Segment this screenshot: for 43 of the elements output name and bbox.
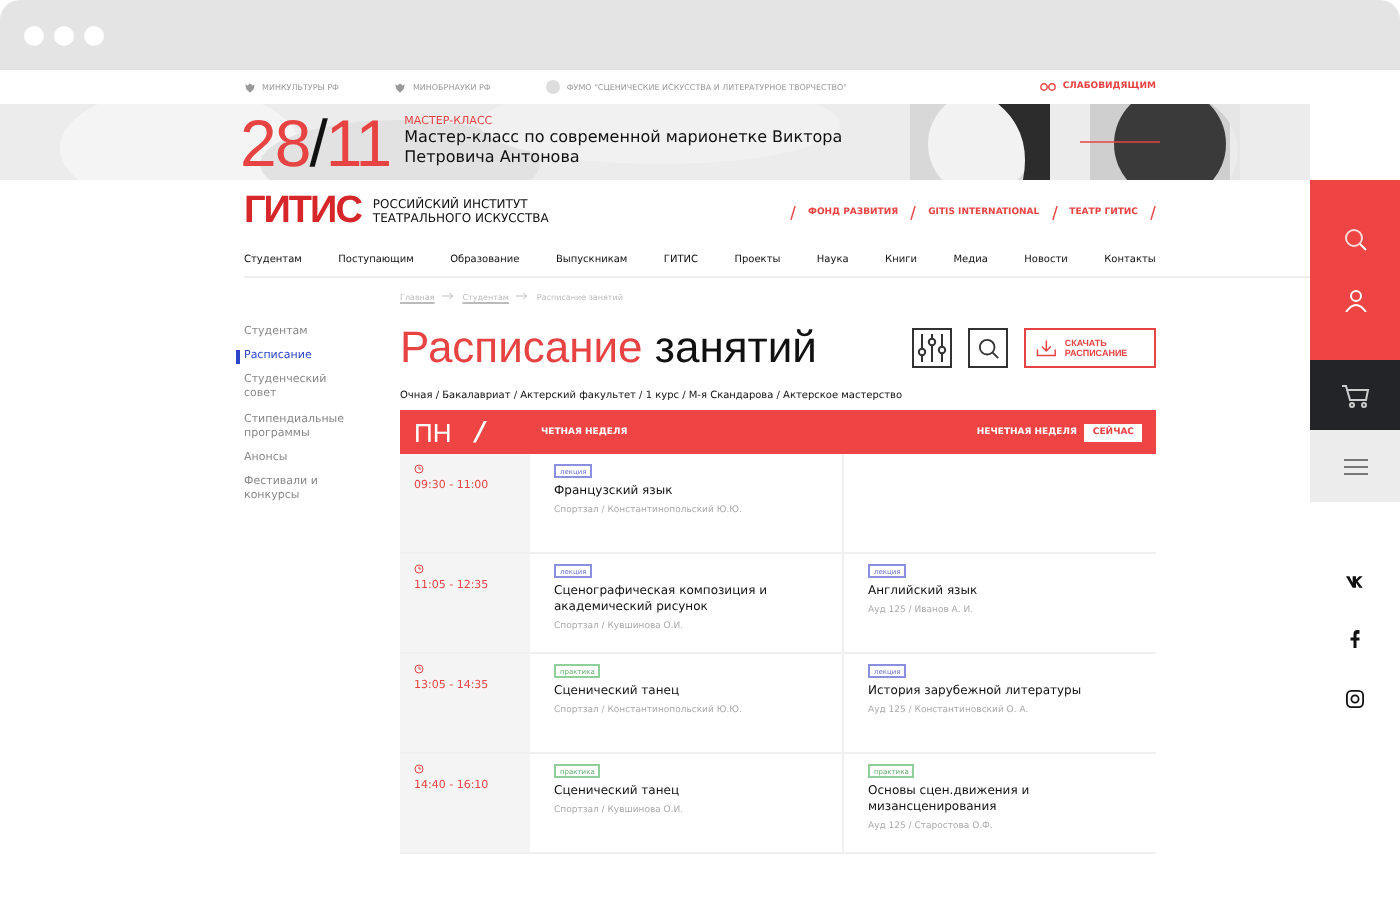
banner-slash: / — [309, 109, 326, 175]
glasses-icon — [1040, 82, 1057, 92]
arrow-icon — [442, 292, 455, 300]
search-icon — [1343, 228, 1367, 252]
download-icon — [1036, 336, 1057, 360]
search-icon — [977, 337, 999, 359]
clock-icon — [414, 764, 424, 774]
banner-title[interactable]: Мастер-класс по современной марионетке Виктора Петровича Антонова — [404, 128, 865, 168]
vk-icon — [1345, 576, 1365, 588]
page-title: Расписание занятий — [400, 322, 819, 374]
day-slash: / — [475, 417, 485, 447]
window-dot — [24, 25, 44, 45]
clock-icon — [414, 464, 424, 474]
clock-icon — [414, 564, 424, 574]
slash-icon — [789, 205, 796, 219]
slash-icon — [910, 205, 917, 219]
person-icon — [1343, 288, 1367, 312]
menu-button[interactable] — [1310, 430, 1400, 502]
arrow-icon — [516, 292, 529, 300]
day-label: ПН — [414, 417, 452, 447]
slash-icon — [1150, 205, 1156, 219]
window-dot — [54, 25, 74, 45]
vk-link[interactable] — [1345, 576, 1365, 588]
clock-icon — [414, 664, 424, 674]
profile-button[interactable] — [1343, 288, 1367, 312]
banner-day: 28 — [240, 109, 310, 175]
emblem-icon — [244, 81, 256, 93]
sliders-icon — [916, 332, 948, 364]
logo[interactable]: ГИТИС — [244, 190, 361, 234]
facebook-link[interactable] — [1350, 630, 1360, 648]
banner-month: 11 — [325, 109, 391, 175]
facebook-icon — [1350, 630, 1360, 648]
menu-icon — [1343, 457, 1367, 475]
slash-icon — [1051, 205, 1058, 219]
emblem-icon — [394, 81, 407, 93]
window-dot — [84, 25, 104, 45]
filter-button[interactable] — [912, 328, 952, 368]
circle-icon — [546, 80, 561, 94]
instagram-icon — [1346, 690, 1364, 708]
cart-button[interactable] — [1310, 360, 1400, 430]
search-button[interactable] — [968, 328, 1008, 368]
instagram-link[interactable] — [1346, 690, 1364, 708]
cart-icon — [1341, 383, 1369, 407]
